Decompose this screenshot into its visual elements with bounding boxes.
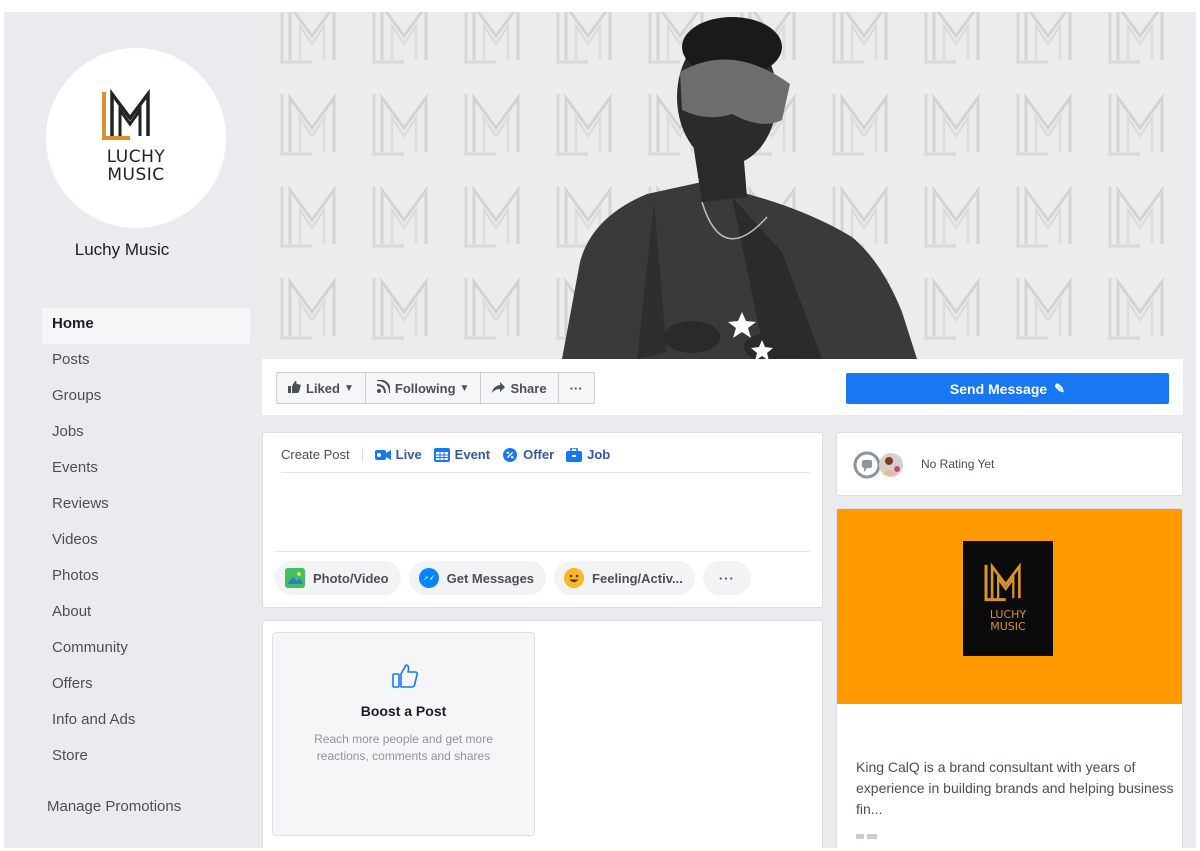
more-actions-button[interactable]: ··· [702, 561, 751, 595]
sidebar-item-events[interactable]: Events [42, 452, 250, 488]
calendar-icon [433, 447, 450, 462]
send-message-button[interactable]: Send Message ✎ [846, 373, 1169, 404]
sidebar-nav: Home Posts Groups Jobs Events Reviews Vi… [42, 308, 250, 776]
page-container: LUCHY MUSIC Luchy Music Home Posts Group… [4, 12, 1196, 848]
boost-description: Reach more people and get more reactions… [314, 732, 493, 763]
sidebar-item-store[interactable]: Store [42, 740, 250, 776]
page-actions-group: Liked ▼ Following ▼ Share ··· [276, 372, 595, 404]
page-name[interactable]: Luchy Music [4, 240, 240, 260]
share-button[interactable]: Share [481, 373, 559, 403]
tab-live[interactable]: Live [374, 447, 422, 462]
review-icons [853, 451, 903, 479]
sidebar-item-offers[interactable]: Offers [42, 668, 250, 704]
sidebar-item-about[interactable]: About [42, 596, 250, 632]
photo-icon [285, 568, 305, 588]
video-camera-icon [374, 448, 391, 462]
feeling-activity-button[interactable]: Feeling/Activ... [554, 561, 695, 595]
liked-button[interactable]: Liked ▼ [277, 373, 366, 403]
percent-tag-icon [502, 447, 518, 462]
sidebar-item-videos[interactable]: Videos [42, 524, 250, 560]
tab-event[interactable]: Event [433, 447, 490, 462]
cover-photo[interactable] [262, 12, 1183, 359]
tab-create-post[interactable]: Create Post [281, 447, 363, 462]
following-button[interactable]: Following ▼ [366, 373, 482, 403]
thumbs-up-icon [288, 380, 301, 396]
cover-person-image [562, 17, 917, 359]
page-action-bar: Liked ▼ Following ▼ Share ··· Send Messa… [262, 359, 1183, 415]
sidebar-item-posts[interactable]: Posts [42, 344, 250, 380]
sidebar-item-reviews[interactable]: Reviews [42, 488, 250, 524]
left-sidebar: LUCHY MUSIC Luchy Music Home Posts Group… [4, 12, 262, 848]
about-logo-text: LUCHY MUSIC [989, 608, 1027, 633]
photo-video-button[interactable]: Photo/Video [275, 561, 401, 595]
sidebar-item-jobs[interactable]: Jobs [42, 416, 250, 452]
smiley-icon [564, 568, 585, 588]
about-description: King CalQ is a brand consultant with yea… [856, 759, 1174, 817]
sidebar-item-community[interactable]: Community [42, 632, 250, 668]
logo-text: LUCHY MUSIC [106, 147, 166, 185]
about-banner[interactable]: LUCHY MUSIC [837, 509, 1182, 704]
luchy-music-logo [102, 88, 150, 140]
tab-job[interactable]: Job [566, 446, 610, 462]
tab-offer[interactable]: Offer [502, 447, 554, 462]
pencil-icon: ✎ [1054, 380, 1066, 396]
briefcase-icon [566, 446, 583, 462]
rating-card: No Rating Yet [836, 432, 1183, 496]
boost-title: Boost a Post [360, 703, 447, 719]
posts-area: Boost a Post Reach more people and get m… [262, 620, 823, 848]
manage-promotions-link[interactable]: Manage Promotions [47, 798, 181, 815]
boost-post-card[interactable]: Boost a Post Reach more people and get m… [272, 632, 535, 836]
create-post-actions: Photo/Video Get Messages Feeling/Activ..… [275, 561, 759, 595]
create-post-tabs: Create Post Live Event Offer Job [281, 445, 810, 473]
get-messages-button[interactable]: Get Messages [408, 561, 547, 595]
divider [275, 551, 810, 552]
thumbs-up-outline-icon [392, 664, 419, 688]
truncated-link [856, 834, 877, 839]
create-post-card: Create Post Live Event Offer Job Photo/V… [262, 432, 823, 608]
sidebar-item-groups[interactable]: Groups [42, 380, 250, 416]
chevron-down-icon: ▼ [459, 382, 470, 394]
rss-icon [376, 379, 391, 396]
sidebar-item-photos[interactable]: Photos [42, 560, 250, 596]
about-logo-image: LUCHY MUSIC [963, 541, 1053, 656]
profile-picture[interactable]: LUCHY MUSIC [46, 48, 226, 228]
chevron-down-icon: ▼ [343, 382, 354, 394]
share-arrow-icon [492, 381, 506, 396]
luchy-music-logo [984, 562, 1021, 602]
sidebar-item-info-and-ads[interactable]: Info and Ads [42, 704, 250, 740]
sidebar-item-home[interactable]: Home [42, 308, 250, 344]
more-options-button[interactable]: ··· [559, 373, 594, 403]
messenger-icon [418, 568, 439, 588]
about-card: LUCHY MUSIC King CalQ is a brand consult… [836, 508, 1183, 848]
rating-status: No Rating Yet [921, 457, 995, 471]
